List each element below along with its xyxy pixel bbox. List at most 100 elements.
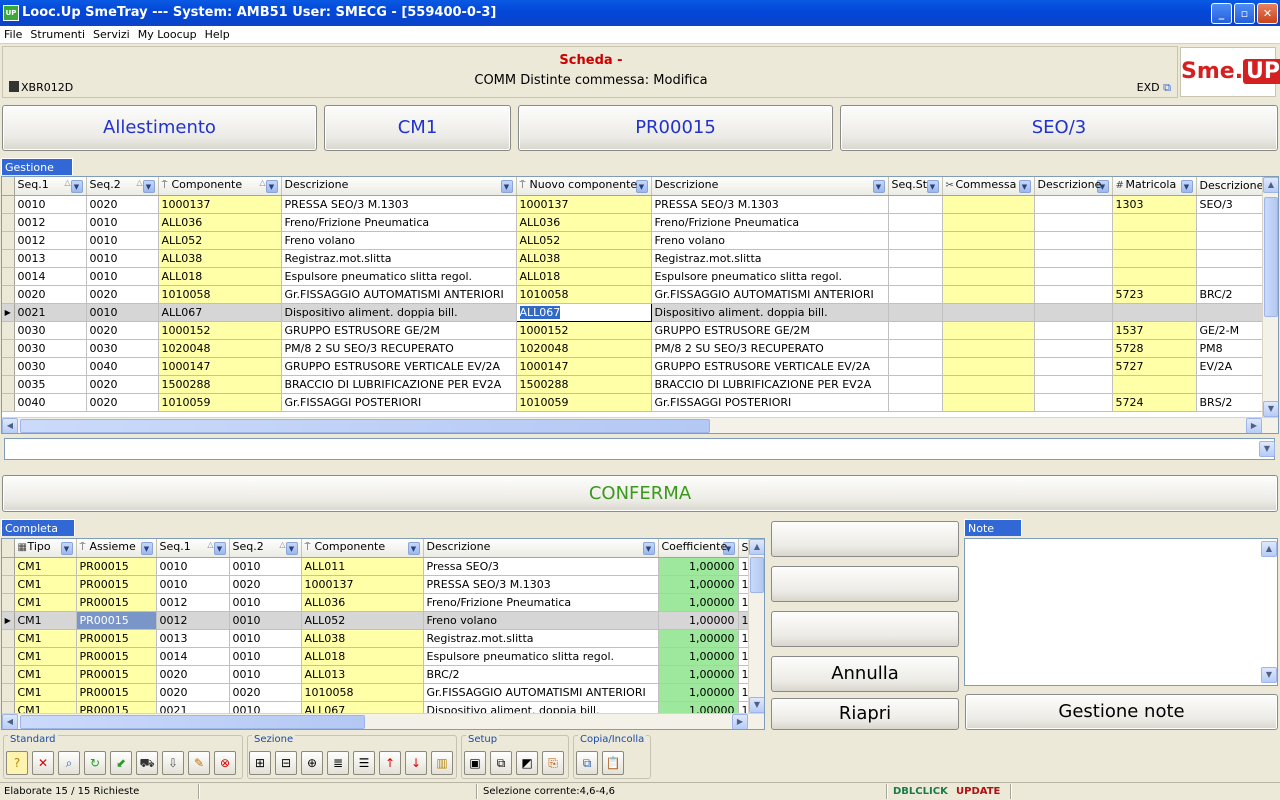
table-cell[interactable]: 0040 <box>14 393 87 412</box>
col-seq-st[interactable]: ▼ Seq.St <box>888 177 943 196</box>
table-cell[interactable]: 0010 <box>14 195 87 214</box>
table-cell[interactable]: 0010 <box>86 231 159 250</box>
table-cell[interactable]: 1( <box>738 557 749 576</box>
row-header[interactable] <box>2 357 15 376</box>
table-cell[interactable] <box>1034 375 1113 394</box>
table-cell[interactable] <box>1034 231 1113 250</box>
table-cell[interactable]: 0012 <box>156 611 230 630</box>
table-cell[interactable]: 1( <box>738 647 749 666</box>
vscroll-thumb[interactable] <box>750 557 764 593</box>
table-cell[interactable]: 1,00000 <box>658 683 739 702</box>
table-cell[interactable]: Gr.FISSAGGI POSTERIORI <box>651 393 889 412</box>
table-cell[interactable]: 1000137 <box>158 195 282 214</box>
scroll-up-icon[interactable]: ▲ <box>1263 177 1278 193</box>
table-cell[interactable]: BRC/2 <box>423 665 659 684</box>
table-cell[interactable] <box>1034 249 1113 268</box>
filter-dropdown-icon[interactable]: ▼ <box>926 180 939 194</box>
table-cell[interactable] <box>1112 267 1197 286</box>
table-cell[interactable]: ALL052 <box>301 611 424 630</box>
table-cell[interactable]: Espulsore pneumatico slitta regol. <box>651 267 889 286</box>
table-cell[interactable] <box>1034 303 1113 322</box>
table-row[interactable]: CM1 PR00015 0010 0020 1000137 PRESSA SEO/3 M.… <box>2 575 749 594</box>
row-header[interactable] <box>2 339 15 358</box>
table-row[interactable]: CM1 PR00015 0014 0010 ALL018 Espulsore pneuma… <box>2 647 749 666</box>
table-cell[interactable] <box>888 231 943 250</box>
table-cell[interactable]: ALL018 <box>301 647 424 666</box>
table-cell[interactable]: Registraz.mot.slitta <box>423 629 659 648</box>
table-cell[interactable] <box>942 339 1035 358</box>
table-cell[interactable]: PM8 <box>1196 339 1265 358</box>
filter-dropdown-icon[interactable]: ▼ <box>635 180 648 194</box>
table-cell[interactable]: Gr.FISSAGGIO AUTOMATISMI ANTERIORI <box>423 683 659 702</box>
table-cell[interactable]: ALL067 <box>158 303 282 322</box>
table-cell[interactable]: ALL038 <box>516 249 652 268</box>
table-cell[interactable]: 0020 <box>156 665 230 684</box>
row-header[interactable] <box>2 213 15 232</box>
table-cell[interactable] <box>942 303 1035 322</box>
table-cell[interactable] <box>1034 339 1113 358</box>
table-cell[interactable] <box>1112 213 1197 232</box>
table-cell[interactable]: 1010059 <box>158 393 282 412</box>
filter-combobox[interactable]: ▼ <box>4 438 1275 460</box>
col-matricola[interactable]: ▼ # Matricola <box>1112 177 1197 196</box>
table-cell[interactable]: BRACCIO DI LUBRIFICAZIONE PER EV2A <box>281 375 517 394</box>
table-cell[interactable]: 1,00000 <box>658 647 739 666</box>
table-cell[interactable] <box>1034 357 1113 376</box>
cell-editor-selection[interactable]: ALL067 <box>519 305 561 319</box>
table-cell[interactable] <box>888 195 943 214</box>
scroll-down-icon[interactable]: ▼ <box>1261 667 1277 683</box>
col-seq1[interactable]: ▼ △ Seq.1 <box>14 177 87 196</box>
table-cell[interactable]: 0010 <box>229 665 302 684</box>
row-header[interactable] <box>2 557 15 576</box>
table-cell[interactable]: PRESSA SEO/3 M.1303 <box>423 575 659 594</box>
table-cell[interactable]: PR00015 <box>76 593 157 612</box>
table-cell[interactable] <box>1196 213 1265 232</box>
tree-level-icon[interactable]: ≣ <box>327 751 349 775</box>
stop-icon[interactable]: ⊗ <box>214 751 236 775</box>
table-cell[interactable]: ALL052 <box>516 231 652 250</box>
table-row[interactable]: ▶ 0021 0010 ALL067 Dispositivo aliment. dopp… <box>2 302 1265 322</box>
table-cell[interactable]: 1,00000 <box>658 629 739 648</box>
table-cell[interactable] <box>1196 375 1265 394</box>
table-cell[interactable]: PM/8 2 SU SEO/3 RECUPERATO <box>651 339 889 358</box>
import-icon[interactable]: ⇩ <box>162 751 184 775</box>
table-cell[interactable]: ALL018 <box>516 267 652 286</box>
table-cell[interactable]: 1010058 <box>301 683 424 702</box>
table-cell[interactable]: 0010 <box>86 249 159 268</box>
cancel-icon[interactable]: ✕ <box>32 751 54 775</box>
table-cell[interactable] <box>1112 249 1197 268</box>
table-cell[interactable]: 0010 <box>229 557 302 576</box>
col-tipo[interactable]: ▼ ▦Tipo <box>14 539 77 558</box>
notes-textarea[interactable]: ▲ ▼ <box>964 538 1278 686</box>
col-descrizione-4[interactable]: Descrizione <box>1196 177 1265 196</box>
table-cell[interactable]: Freno volano <box>281 231 517 250</box>
table-cell[interactable] <box>1196 303 1265 322</box>
table-cell[interactable] <box>888 249 943 268</box>
table-cell[interactable] <box>1034 267 1113 286</box>
table-cell[interactable]: 0013 <box>14 249 87 268</box>
table-cell[interactable]: PRESSA SEO/3 M.1303 <box>281 195 517 214</box>
tools-icon[interactable]: ✎ <box>188 751 210 775</box>
table-cell[interactable]: PR00015 <box>76 629 157 648</box>
table-cell[interactable]: 0010 <box>229 593 302 612</box>
hscroll-thumb[interactable] <box>20 715 365 729</box>
vscroll-thumb[interactable] <box>1264 197 1278 317</box>
arrow-down-left-icon[interactable]: ⬋ <box>110 751 132 775</box>
table-row[interactable]: 0040 0020 1010059 Gr.FISSAGGI POSTERIORI 101… <box>2 393 1265 412</box>
menu-servizi[interactable]: Servizi <box>89 26 134 41</box>
table-cell[interactable]: 0021 <box>14 303 87 322</box>
filter-dropdown-icon[interactable]: ▼ <box>70 180 83 194</box>
row-header[interactable] <box>2 249 15 268</box>
table-cell[interactable]: 0020 <box>156 683 230 702</box>
scroll-left-icon[interactable]: ◀ <box>2 418 18 433</box>
row-header[interactable] <box>2 647 15 666</box>
filter-dropdown-icon[interactable]: ▼ <box>140 542 153 556</box>
tree-add-icon[interactable]: ⊕ <box>301 751 323 775</box>
row-header[interactable] <box>2 231 15 250</box>
table-cell[interactable] <box>1112 375 1197 394</box>
row-header[interactable] <box>2 321 15 340</box>
table-cell[interactable]: 1010059 <box>516 393 652 412</box>
table-cell[interactable]: ALL018 <box>158 267 282 286</box>
table-cell[interactable]: 1010058 <box>516 285 652 304</box>
table-cell[interactable]: 1,00000 <box>658 557 739 576</box>
